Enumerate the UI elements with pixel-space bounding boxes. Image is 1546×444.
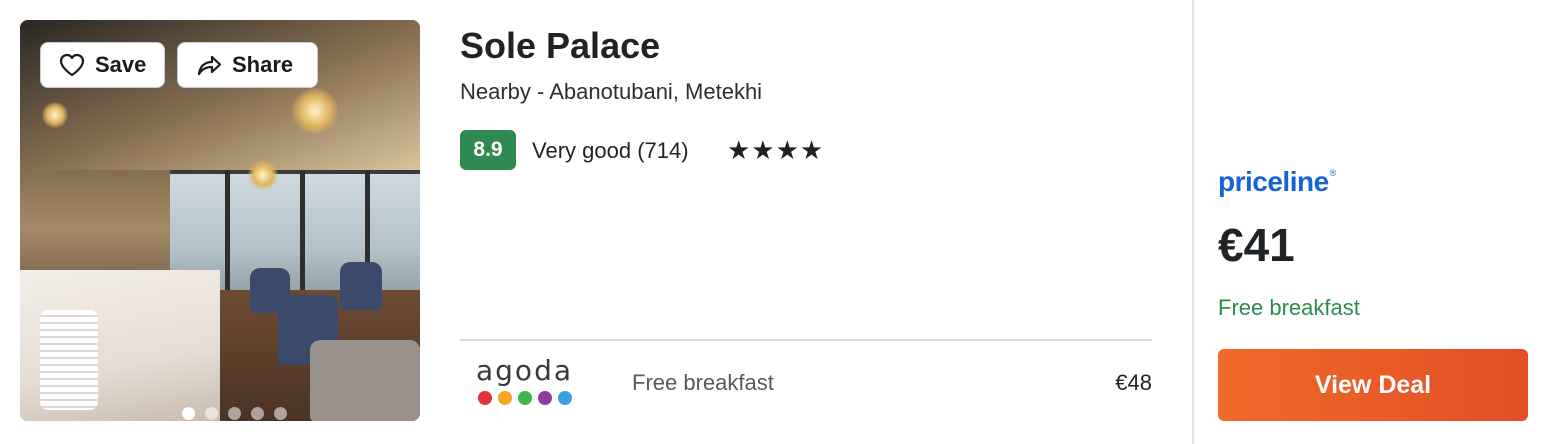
alt-offer-price[interactable]: €48 [1104,370,1152,396]
priceline-wordmark: priceline [1218,166,1329,197]
hotel-result-card[interactable]: Save Share Sole Palace Nearby - Abanotub… [0,0,1546,444]
rating-score-badge: 8.9 [460,130,516,170]
carousel-dot[interactable] [228,407,241,420]
agoda-dot [498,391,512,405]
column-divider [1192,0,1194,444]
alt-offer-perk: Free breakfast [632,370,774,395]
carousel-dot[interactable] [205,407,218,420]
save-label: Save [95,52,147,77]
photo-plates [40,310,98,410]
registered-mark: ® [1329,168,1337,178]
offer-divider [460,339,1152,341]
agoda-dot [518,391,532,405]
star-rating: ★★★★ [727,135,825,165]
share-arrow-icon [197,55,222,76]
best-offer-perk: Free breakfast [1218,295,1360,320]
agoda-logo[interactable]: agoda [476,355,572,407]
carousel-dot[interactable] [274,407,287,420]
best-price: €41 [1218,219,1295,271]
agoda-dot [538,391,552,405]
heart-icon [59,53,85,77]
carousel-dot[interactable] [251,407,264,420]
hotel-location: Nearby - Abanotubani, Metekhi [460,79,763,104]
agoda-wordmark: agoda [476,354,573,387]
carousel-dots[interactable] [182,407,287,420]
hotel-name[interactable]: Sole Palace [460,25,660,67]
carousel-dot[interactable] [182,407,195,420]
share-label: Share [232,52,294,77]
save-button[interactable]: Save [40,42,165,88]
agoda-dot [558,391,572,405]
agoda-dots [476,391,572,405]
view-deal-button[interactable]: View Deal [1218,349,1528,421]
agoda-dot [478,391,492,405]
rating-text[interactable]: Very good (714) [532,138,689,164]
priceline-logo: priceline® [1218,166,1336,198]
share-button[interactable]: Share [177,42,318,88]
